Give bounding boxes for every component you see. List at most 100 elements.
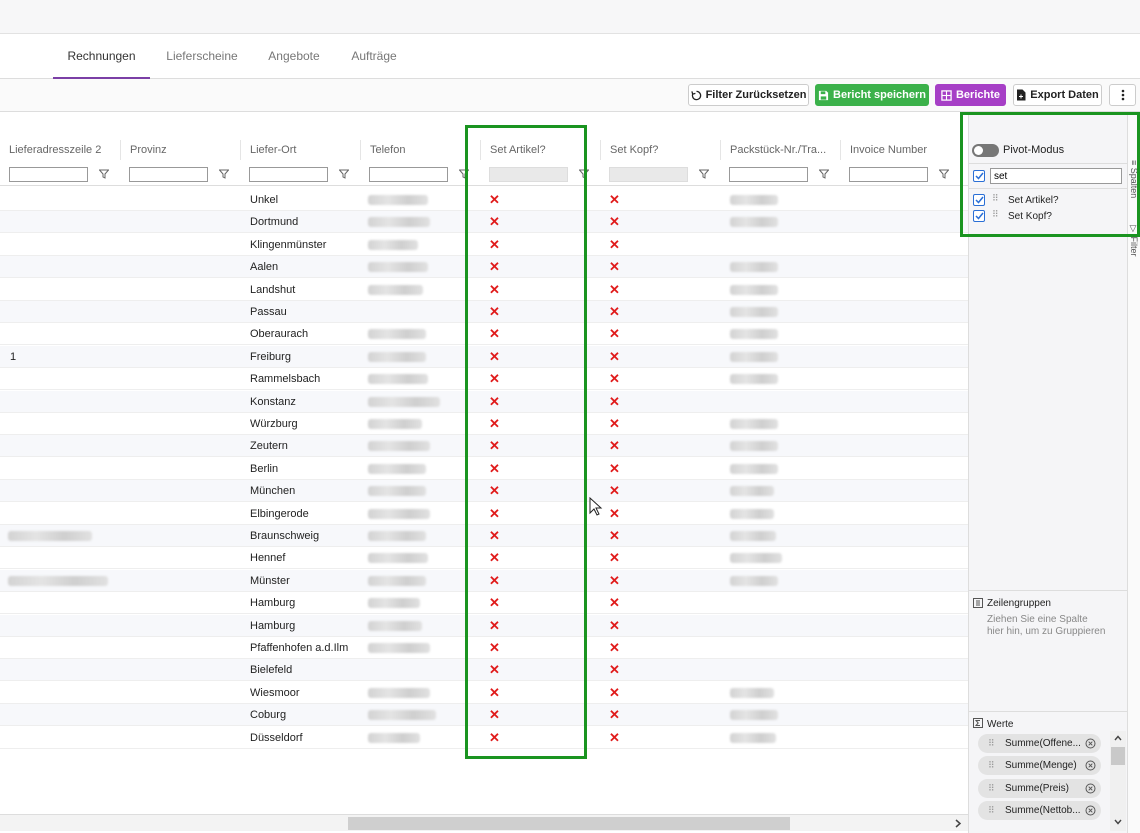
chevron-down-icon[interactable]	[1114, 819, 1122, 825]
file-export-icon	[1017, 89, 1026, 101]
cell-liefer-ort: Pfaffenhofen a.d.Ilm	[250, 642, 349, 654]
cell-set-artikel: ✕	[489, 505, 500, 521]
tab-auftraege[interactable]: Aufträge	[345, 34, 403, 78]
table-row[interactable]: München ✕ ✕	[0, 480, 968, 503]
table-row[interactable]: Aalen ✕ ✕	[0, 256, 968, 279]
filter-icon[interactable]	[219, 169, 229, 179]
remove-circle-icon[interactable]	[1085, 738, 1096, 749]
table-row[interactable]: Münster ✕ ✕	[0, 569, 968, 592]
table-row[interactable]: Braunschweig ✕ ✕	[0, 525, 968, 547]
table-row[interactable]: Rammelsbach ✕ ✕	[0, 368, 968, 391]
drag-handle-icon[interactable]: ⠿	[988, 734, 995, 753]
tab-lieferscheine[interactable]: Lieferscheine	[160, 34, 244, 78]
table-row[interactable]: Berlin ✕ ✕	[0, 458, 968, 480]
column-header-liefer-ort[interactable]: Liefer-Ort	[240, 140, 360, 160]
table-row[interactable]: Dortmund ✕ ✕	[0, 211, 968, 234]
table-row[interactable]: 1 Freiburg ✕ ✕	[0, 345, 968, 368]
save-report-button[interactable]: Bericht speichern	[815, 84, 929, 106]
cell-set-kopf: ✕	[609, 617, 620, 633]
values-scrollbar-thumb[interactable]	[1111, 747, 1125, 765]
value-pill-label: Summe(Preis)	[1005, 782, 1069, 794]
redacted-tracking-number	[730, 195, 778, 205]
value-pill-label: Summe(Offene...	[1005, 738, 1081, 749]
cell-set-kopf: ✕	[609, 281, 620, 297]
export-data-button[interactable]: Export Daten	[1013, 84, 1102, 106]
table-row[interactable]: Wiesmoor ✕ ✕	[0, 682, 968, 704]
filter-icon[interactable]	[99, 169, 109, 179]
filter-input-lieferadresszeile2[interactable]	[9, 167, 88, 182]
drag-handle-icon[interactable]: ⠿	[988, 756, 995, 775]
chevron-right-icon[interactable]	[954, 819, 962, 828]
table-icon	[941, 89, 952, 101]
filter-icon[interactable]	[339, 169, 349, 179]
redacted-phone	[368, 239, 418, 250]
column-header-lieferadresszeile2[interactable]: Lieferadresszeile 2	[0, 140, 120, 160]
table-row[interactable]: Düsseldorf ✕ ✕	[0, 727, 968, 749]
more-options-button[interactable]	[1109, 84, 1136, 106]
reset-filter-button[interactable]: Filter Zurücksetzen	[688, 84, 809, 106]
vtab-columns-label: Spalten	[1129, 167, 1139, 199]
reset-filter-label: Filter Zurücksetzen	[705, 89, 807, 101]
horizontal-scrollbar-thumb[interactable]	[348, 817, 790, 830]
table-row[interactable]: Elbingerode ✕ ✕	[0, 503, 968, 525]
table-row[interactable]: Zeutern ✕ ✕	[0, 435, 968, 458]
filter-icon[interactable]	[579, 169, 589, 179]
pivot-mode-toggle[interactable]	[972, 144, 999, 157]
select-all-columns-checkbox[interactable]	[973, 170, 985, 182]
filter-input-invoice-number[interactable]	[849, 167, 928, 182]
value-aggregation-pill[interactable]: ⠿ Summe(Nettob...	[978, 800, 1101, 820]
column-checkbox[interactable]	[973, 194, 985, 206]
row-groups-hint: Ziehen Sie eine Spalte hier hin, um zu G…	[987, 614, 1106, 637]
column-header-set-artikel[interactable]: Set Artikel?	[480, 140, 600, 160]
cell-set-kopf: ✕	[609, 348, 620, 364]
chevron-up-icon[interactable]	[1114, 735, 1122, 741]
table-row[interactable]: Würzburg ✕ ✕	[0, 413, 968, 435]
tab-angebote[interactable]: Angebote	[262, 34, 326, 78]
table-row[interactable]: Hamburg ✕ ✕	[0, 614, 968, 637]
filter-icon[interactable]	[819, 169, 829, 179]
values-scrollbar[interactable]	[1110, 731, 1126, 831]
vtab-columns[interactable]: ≡ Spalten	[1129, 160, 1139, 198]
remove-circle-icon[interactable]	[1085, 760, 1096, 771]
table-row[interactable]: Pfaffenhofen a.d.Ilm ✕ ✕	[0, 637, 968, 659]
filter-icon[interactable]	[459, 169, 469, 179]
drag-handle-icon[interactable]: ⠿	[988, 801, 995, 820]
table-row[interactable]: Hamburg ✕ ✕	[0, 592, 968, 615]
drag-handle-icon[interactable]: ⠿	[988, 779, 995, 798]
table-row[interactable]: Konstanz ✕ ✕	[0, 390, 968, 413]
drag-handle-icon[interactable]: ⠿	[992, 193, 999, 204]
column-header-telefon[interactable]: Telefon	[360, 140, 480, 160]
horizontal-scrollbar[interactable]	[0, 814, 968, 831]
filter-icon[interactable]	[699, 169, 709, 179]
column-header-packstueck-nr[interactable]: Packstück-Nr./Tra...	[720, 140, 840, 160]
column-checkbox[interactable]	[973, 210, 985, 222]
column-header-invoice-number[interactable]: Invoice Number	[840, 140, 968, 160]
vtab-filter[interactable]: ▽ Filter	[1129, 224, 1139, 257]
filter-input-provinz[interactable]	[129, 167, 208, 182]
filter-input-liefer-ort[interactable]	[249, 167, 328, 182]
value-aggregation-pill[interactable]: ⠿ Summe(Preis)	[978, 778, 1101, 798]
tab-rechnungen[interactable]: Rechnungen	[53, 34, 150, 79]
table-row[interactable]: Oberaurach ✕ ✕	[0, 323, 968, 346]
filter-input-packstueck-nr[interactable]	[729, 167, 808, 182]
reports-button[interactable]: Berichte	[935, 84, 1006, 106]
table-row[interactable]: Klingenmünster ✕ ✕	[0, 234, 968, 256]
drag-handle-icon[interactable]: ⠿	[992, 209, 999, 220]
value-aggregation-pill[interactable]: ⠿ Summe(Menge)	[978, 756, 1101, 776]
table-row[interactable]: Coburg ✕ ✕	[0, 704, 968, 727]
column-header-set-kopf[interactable]: Set Kopf?	[600, 140, 720, 160]
filter-icon[interactable]	[939, 169, 949, 179]
filter-input-telefon[interactable]	[369, 167, 448, 182]
remove-circle-icon[interactable]	[1085, 805, 1096, 816]
filter-input-set-kopf	[609, 167, 688, 182]
table-row[interactable]: Hennef ✕ ✕	[0, 547, 968, 570]
cell-set-kopf: ✕	[609, 460, 620, 476]
column-header-provinz[interactable]: Provinz	[120, 140, 240, 160]
remove-circle-icon[interactable]	[1085, 783, 1096, 794]
value-aggregation-pill[interactable]: ⠿ Summe(Offene...	[978, 734, 1101, 753]
column-search-input[interactable]	[990, 168, 1122, 184]
table-row[interactable]: Landshut ✕ ✕	[0, 279, 968, 301]
table-row[interactable]: Unkel ✕ ✕	[0, 189, 968, 211]
table-row[interactable]: Bielefeld ✕ ✕	[0, 659, 968, 682]
table-row[interactable]: Passau ✕ ✕	[0, 301, 968, 323]
